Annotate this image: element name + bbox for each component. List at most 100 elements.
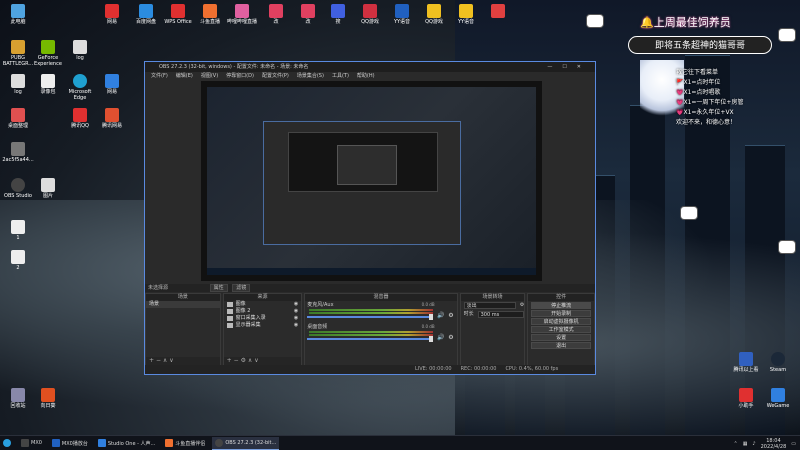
taskbar-item[interactable]: MX0播放台 — [49, 437, 91, 450]
up-icon[interactable]: ∧ — [248, 357, 252, 364]
desktop-icon-top-1[interactable]: 网易 — [94, 4, 130, 25]
taskbar-item[interactable]: Studio One - 人声... — [95, 437, 158, 450]
taskbar-item[interactable]: MX0 — [18, 437, 45, 450]
desktop-icon-top-10[interactable]: YY语音 — [384, 4, 420, 25]
minimize-icon[interactable]: — — [547, 64, 562, 70]
desktop-icon-wegame[interactable]: WeGame — [760, 388, 796, 409]
eye-icon[interactable]: ◉ — [294, 308, 298, 315]
desktop-icon-netease-music[interactable]: 网易 — [94, 74, 130, 95]
close-icon[interactable]: ✕ — [577, 64, 591, 70]
properties-button[interactable]: 属性 — [209, 284, 228, 292]
speaker-icon[interactable]: 🔊 — [437, 334, 444, 341]
menu-view[interactable]: 视图(V) — [201, 72, 218, 81]
speaker-icon[interactable]: 🔊 — [437, 312, 444, 319]
source-item[interactable]: 显示器采集 ◉ — [224, 322, 302, 329]
maximize-icon[interactable]: ☐ — [562, 64, 576, 70]
desktop-icon-tencent-netease[interactable]: 腾讯网易 — [94, 108, 130, 129]
desktop-icon-steam[interactable]: Steam — [760, 352, 796, 373]
desktop-icon-sunlogin[interactable]: 向日葵 — [30, 388, 66, 409]
virtual-camera-button[interactable]: 启动虚拟摄像机 — [531, 318, 591, 325]
filters-button[interactable]: 滤镜 — [232, 284, 251, 292]
volume-knob[interactable] — [428, 314, 433, 320]
menu-help[interactable]: 帮助(H) — [357, 72, 375, 81]
desktop-icon-top-12[interactable]: YY语音 — [448, 4, 484, 25]
desktop-icon-geforce[interactable]: GeForce Experience — [30, 40, 66, 67]
desktop-icon-assistant[interactable]: 小助手 — [728, 388, 764, 409]
desktop-icon-log2[interactable]: log — [62, 40, 98, 61]
controls-dock: 控件 停止推流 开始录制 启动虚拟摄像机 工作室模式 设置 退出 — [527, 293, 595, 366]
stop-streaming-button[interactable]: 停止推流 — [531, 302, 591, 309]
duration-input[interactable]: 300 ms — [477, 311, 525, 318]
add-icon[interactable]: + — [227, 357, 232, 364]
gear-icon[interactable]: ⚙ — [241, 357, 246, 364]
desktop-icon-this-pc[interactable]: 此电脑 — [0, 4, 36, 25]
menu-scene-collection[interactable]: 场景集合(S) — [297, 72, 324, 81]
tray-icon[interactable]: ⌃ — [733, 441, 737, 447]
notification-icon[interactable]: ▭ — [791, 441, 796, 447]
volume-icon[interactable]: ♪ — [752, 441, 755, 447]
taskbar: MX0 MX0播放台 Studio One - 人声... 斗鱼直播伴侣 OBS… — [0, 435, 800, 450]
remove-icon[interactable]: − — [156, 357, 161, 364]
desktop-icon-top-11[interactable]: QQ游戏 — [416, 4, 452, 25]
volume-knob[interactable] — [428, 336, 433, 342]
controls-header: 控件 — [528, 294, 594, 301]
desktop-icon-top-4[interactable]: 斗鱼直播 — [192, 4, 228, 25]
clock-date: 2022/4/28 — [760, 443, 787, 450]
add-icon[interactable]: + — [149, 357, 154, 364]
up-icon[interactable]: ∧ — [163, 357, 167, 364]
menu-profile[interactable]: 配置文件(P) — [262, 72, 289, 81]
transition-select[interactable]: 淡出 — [463, 302, 516, 309]
desktop-icon-pictures[interactable]: 图片 — [30, 178, 66, 199]
down-icon[interactable]: ∨ — [254, 357, 258, 364]
volume-slider[interactable] — [307, 338, 433, 340]
source-item[interactable]: 图像 2 ◉ — [224, 308, 302, 315]
desktop-icon-qq[interactable]: 腾讯QQ — [62, 108, 98, 129]
desktop-icon-organizer[interactable]: 桌面整理 — [0, 108, 36, 129]
obs-title-bar[interactable]: OBS 27.2.3 (32-bit, windows) - 配置文件: 未命名… — [145, 62, 595, 72]
desktop-icon-file[interactable]: 2ac5f5a44... — [0, 142, 36, 163]
source-item[interactable]: 窗口采集入录 ◉ — [224, 315, 302, 322]
exit-button[interactable]: 退出 — [531, 342, 591, 349]
start-button[interactable] — [0, 437, 14, 450]
desktop-icon-top-9[interactable]: QQ游戏 — [352, 4, 388, 25]
menu-edit[interactable]: 编辑(E) — [176, 72, 193, 81]
desktop-icon-1[interactable]: 1 — [0, 220, 36, 241]
gear-icon[interactable]: ⚙ — [448, 334, 453, 341]
desktop-icon-top-13[interactable] — [480, 4, 516, 19]
desktop-icon-2[interactable]: 2 — [0, 250, 36, 271]
eye-icon[interactable]: ◉ — [294, 315, 298, 322]
taskbar-item-obs[interactable]: OBS 27.2.3 (32-bit... — [212, 436, 280, 450]
taskbar-item[interactable]: 斗鱼直播伴侣 — [162, 437, 208, 450]
desktop-icon-top-8[interactable]: 搜 — [320, 4, 356, 25]
desktop-icon-tencent-watch[interactable]: 腾讯以上看 — [728, 352, 764, 373]
obs-preview[interactable] — [201, 81, 542, 281]
app-icon — [51, 439, 60, 447]
rec-status: REC: 00:00:00 — [460, 366, 497, 372]
clock[interactable]: 18:04 2022/4/28 — [761, 438, 787, 450]
eye-icon[interactable]: ◉ — [294, 301, 298, 308]
desktop-icon-top-5[interactable]: 哔哩哔哩直播 — [224, 4, 260, 25]
remove-icon[interactable]: − — [234, 357, 239, 364]
obs-window[interactable]: OBS 27.2.3 (32-bit, windows) - 配置文件: 未命名… — [144, 61, 596, 375]
gear-icon[interactable]: ⚙ — [520, 301, 524, 310]
source-item[interactable]: 图像 ◉ — [224, 301, 302, 308]
overlay-list-item: 欢迎不来，和德心意！ — [676, 119, 737, 126]
desktop-icon-top-6[interactable]: 改 — [258, 4, 294, 25]
start-recording-button[interactable]: 开始录制 — [531, 310, 591, 317]
settings-button[interactable]: 设置 — [531, 334, 591, 341]
gear-icon[interactable]: ⚙ — [448, 312, 453, 319]
menu-docks[interactable]: 停靠窗口(D) — [226, 72, 254, 81]
network-icon[interactable]: ▦ — [743, 441, 748, 447]
scene-item[interactable]: 场景 — [146, 301, 220, 308]
desktop-icon-edge[interactable]: Microsoft Edge — [62, 74, 98, 101]
desktop-icon-top-3[interactable]: WPS Office — [160, 4, 196, 25]
preview-nested-obs — [263, 121, 461, 245]
volume-slider[interactable] — [307, 316, 433, 318]
desktop-icon-recorder[interactable]: 录像包 — [30, 74, 66, 95]
menu-tools[interactable]: 工具(T) — [332, 72, 349, 81]
menu-file[interactable]: 文件(F) — [151, 72, 168, 81]
desktop-icon-top-2[interactable]: 百度网盘 — [128, 4, 164, 25]
down-icon[interactable]: ∨ — [169, 357, 173, 364]
eye-icon[interactable]: ◉ — [294, 322, 298, 329]
studio-mode-button[interactable]: 工作室模式 — [531, 326, 591, 333]
